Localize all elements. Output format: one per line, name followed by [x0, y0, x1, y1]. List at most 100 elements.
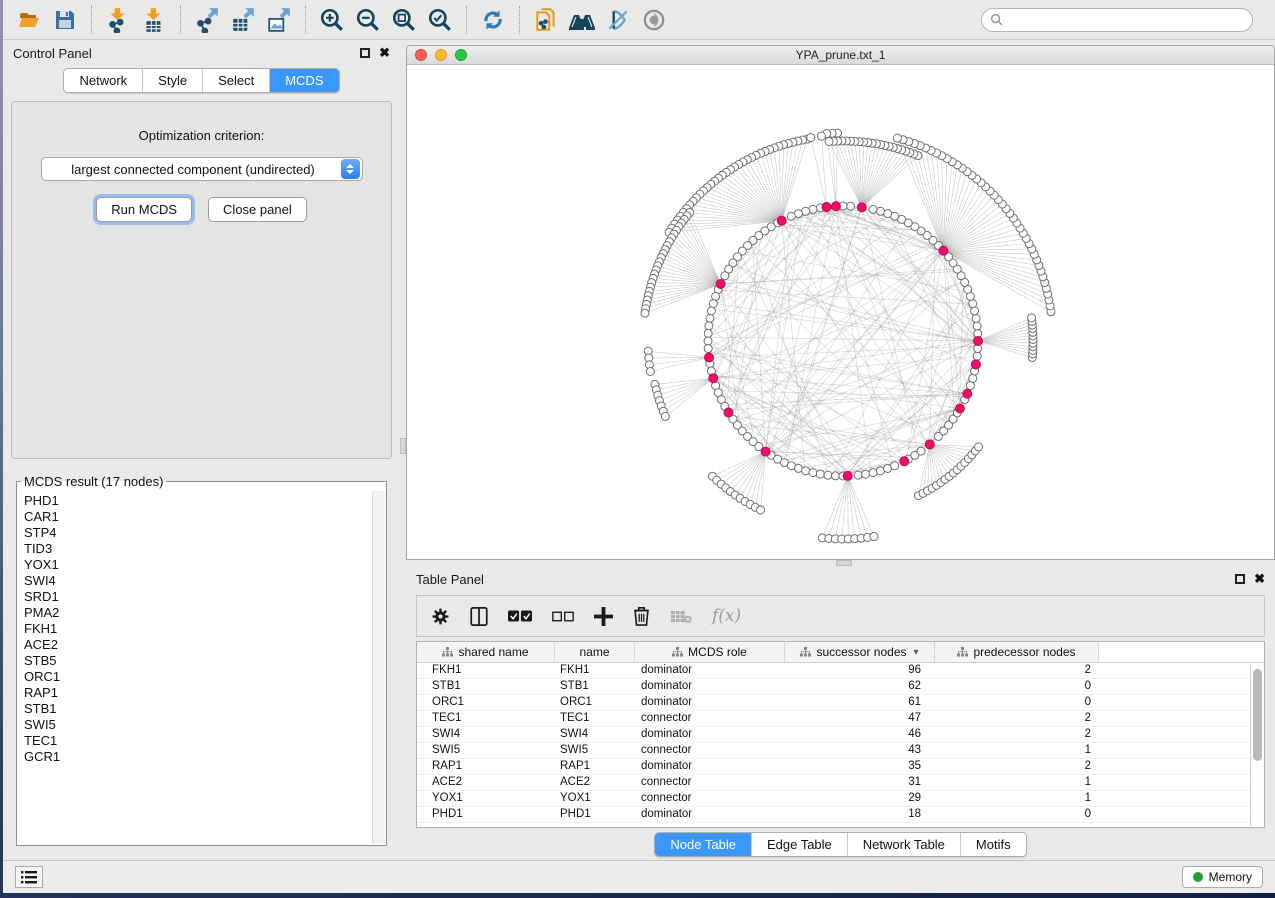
add-row-icon[interactable] [594, 607, 613, 626]
network-node[interactable] [817, 132, 825, 140]
dominator-node[interactable] [974, 337, 983, 346]
network-node[interactable] [807, 134, 815, 142]
result-node-item[interactable]: PMA2 [24, 605, 385, 621]
network-node[interactable] [972, 314, 980, 322]
result-node-item[interactable]: TID3 [24, 541, 385, 557]
network-node[interactable] [705, 322, 713, 330]
zoom-out-icon[interactable] [350, 4, 386, 36]
export-table-icon[interactable] [225, 4, 261, 36]
table-splitter[interactable] [406, 560, 1275, 566]
result-node-item[interactable]: FKH1 [24, 621, 385, 637]
result-node-item[interactable]: STP4 [24, 525, 385, 541]
dominator-node[interactable] [971, 360, 980, 369]
import-network-icon[interactable] [100, 4, 136, 36]
tab-style[interactable]: Style [142, 69, 202, 92]
dominator-node[interactable] [761, 447, 770, 456]
dominator-node[interactable] [705, 353, 714, 362]
search-field[interactable] [981, 8, 1253, 32]
network-node[interactable] [876, 207, 884, 215]
dominator-node[interactable] [831, 202, 840, 211]
network-node[interactable] [704, 345, 712, 353]
network-node[interactable] [707, 307, 715, 315]
network-node[interactable] [809, 205, 817, 213]
search-binoculars-icon[interactable] [564, 4, 600, 36]
dominator-node[interactable] [716, 279, 725, 288]
save-session-icon[interactable] [47, 4, 83, 36]
export-network-icon[interactable] [189, 4, 225, 36]
dominator-node[interactable] [724, 408, 733, 417]
refresh-icon[interactable] [475, 4, 511, 36]
float-table-panel-icon[interactable] [1235, 574, 1245, 584]
column-header-predecessor-nodes[interactable]: predecessor nodes [935, 642, 1099, 662]
zoom-in-icon[interactable] [314, 4, 350, 36]
network-node[interactable] [854, 471, 862, 479]
table-scrollbar-thumb[interactable] [1253, 669, 1262, 761]
open-file-icon[interactable] [11, 4, 47, 36]
import-table-icon[interactable] [136, 4, 172, 36]
zoom-selected-icon[interactable] [422, 4, 458, 36]
table-row[interactable]: YOX1YOX1connector291 [417, 791, 1264, 807]
table-row[interactable]: SWI4SWI4dominator462 [417, 727, 1264, 743]
network-node[interactable] [971, 307, 979, 315]
node-table[interactable]: shared namenameMCDS rolesuccessor nodes▾… [416, 641, 1265, 828]
settings-gear-icon[interactable] [431, 607, 450, 626]
network-node[interactable] [825, 137, 833, 145]
network-node[interactable] [975, 443, 983, 451]
network-node[interactable] [802, 467, 810, 475]
dominator-node[interactable] [900, 457, 909, 466]
tab-network[interactable]: Network [64, 69, 142, 92]
network-node[interactable] [809, 469, 817, 477]
tab-edge-table[interactable]: Edge Table [751, 833, 847, 856]
table-row[interactable]: ORC1ORC1dominator610 [417, 695, 1264, 711]
network-node[interactable] [917, 447, 925, 455]
float-panel-icon[interactable] [360, 48, 370, 58]
network-node[interactable] [816, 470, 824, 478]
run-mcds-button[interactable]: Run MCDS [96, 197, 192, 222]
result-node-item[interactable]: RAP1 [24, 685, 385, 701]
table-row[interactable]: STB1STB1dominator620 [417, 679, 1264, 695]
network-node[interactable] [973, 322, 981, 330]
tab-mcds[interactable]: MCDS [269, 69, 338, 92]
tab-network-table[interactable]: Network Table [847, 833, 960, 856]
network-window-titlebar[interactable]: YPA_prune.txt_1 [407, 46, 1274, 65]
tab-select[interactable]: Select [202, 69, 269, 92]
dominator-node[interactable] [963, 389, 972, 398]
network-node[interactable] [969, 374, 977, 382]
table-row[interactable]: RAP1RAP1dominator352 [417, 759, 1264, 775]
search-input[interactable] [1003, 13, 1244, 27]
tab-motifs[interactable]: Motifs [960, 833, 1026, 856]
column-header-shared-name[interactable]: shared name [417, 642, 555, 662]
dominator-node[interactable] [925, 440, 934, 449]
tab-node-table[interactable]: Node Table [655, 833, 751, 856]
network-node[interactable] [757, 506, 765, 514]
result-node-item[interactable]: SRD1 [24, 589, 385, 605]
network-node[interactable] [641, 309, 649, 317]
hide-annotations-icon[interactable] [600, 4, 636, 36]
network-node[interactable] [831, 472, 839, 480]
close-table-panel-icon[interactable]: ✖ [1254, 574, 1265, 584]
result-list-scrollbar[interactable] [372, 491, 385, 844]
result-node-item[interactable]: PHD1 [24, 493, 385, 509]
network-node[interactable] [661, 412, 669, 420]
dominator-node[interactable] [777, 216, 786, 225]
table-row[interactable]: PHD1PHD1dominator180 [417, 807, 1264, 823]
network-node[interactable] [891, 462, 899, 470]
show-annotations-icon[interactable] [636, 4, 672, 36]
panel-splitter[interactable] [400, 40, 406, 860]
zoom-fit-icon[interactable] [386, 4, 422, 36]
network-node[interactable] [893, 134, 901, 142]
network-node[interactable] [704, 329, 712, 337]
result-node-item[interactable]: ORC1 [24, 669, 385, 685]
network-node[interactable] [869, 205, 877, 213]
result-node-item[interactable]: GCR1 [24, 749, 385, 765]
table-row[interactable]: TEC1TEC1connector472 [417, 711, 1264, 727]
result-node-item[interactable]: STB5 [24, 653, 385, 669]
dominator-node[interactable] [857, 203, 866, 212]
network-node[interactable] [787, 212, 795, 220]
network-node[interactable] [706, 314, 714, 322]
task-history-button[interactable] [15, 866, 43, 888]
network-node[interactable] [646, 368, 654, 376]
mcds-result-list[interactable]: PHD1CAR1STP4TID3YOX1SWI4SRD1PMA2FKH1ACE2… [18, 491, 385, 844]
table-splitter-grip[interactable] [836, 560, 852, 566]
table-scrollbar[interactable] [1250, 664, 1264, 826]
